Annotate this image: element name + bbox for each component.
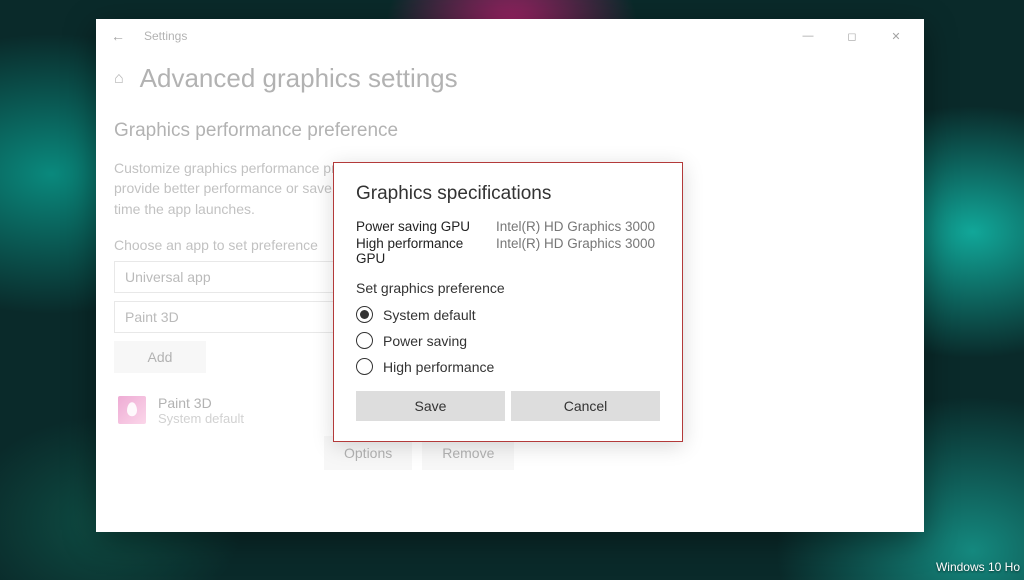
- dialog-buttons: Save Cancel: [356, 391, 660, 421]
- cancel-button[interactable]: Cancel: [511, 391, 660, 421]
- radio-label: High performance: [383, 359, 494, 375]
- spec-label: High performance GPU: [356, 236, 496, 266]
- settings-window: ← Settings ― ◻ ✕ ⌂ Advanced graphics set…: [96, 19, 924, 532]
- spec-value: Intel(R) HD Graphics 3000: [496, 219, 655, 234]
- dialog-title: Graphics specifications: [356, 183, 660, 205]
- radio-icon: [356, 306, 373, 323]
- watermark-line1: Windows 10 Ho: [936, 560, 1020, 576]
- radio-label: Power saving: [383, 333, 467, 349]
- spec-value: Intel(R) HD Graphics 3000: [496, 236, 655, 266]
- spec-row-power-saving: Power saving GPU Intel(R) HD Graphics 30…: [356, 219, 660, 234]
- windows-watermark: Windows 10 Ho: [936, 560, 1020, 576]
- set-preference-label: Set graphics preference: [356, 280, 660, 296]
- save-button[interactable]: Save: [356, 391, 505, 421]
- radio-label: System default: [383, 307, 476, 323]
- graphics-specifications-dialog: Graphics specifications Power saving GPU…: [333, 162, 683, 442]
- radio-power-saving[interactable]: Power saving: [356, 332, 660, 349]
- radio-system-default[interactable]: System default: [356, 306, 660, 323]
- radio-icon: [356, 358, 373, 375]
- radio-icon: [356, 332, 373, 349]
- spec-label: Power saving GPU: [356, 219, 496, 234]
- spec-row-high-performance: High performance GPU Intel(R) HD Graphic…: [356, 236, 660, 266]
- radio-high-performance[interactable]: High performance: [356, 358, 660, 375]
